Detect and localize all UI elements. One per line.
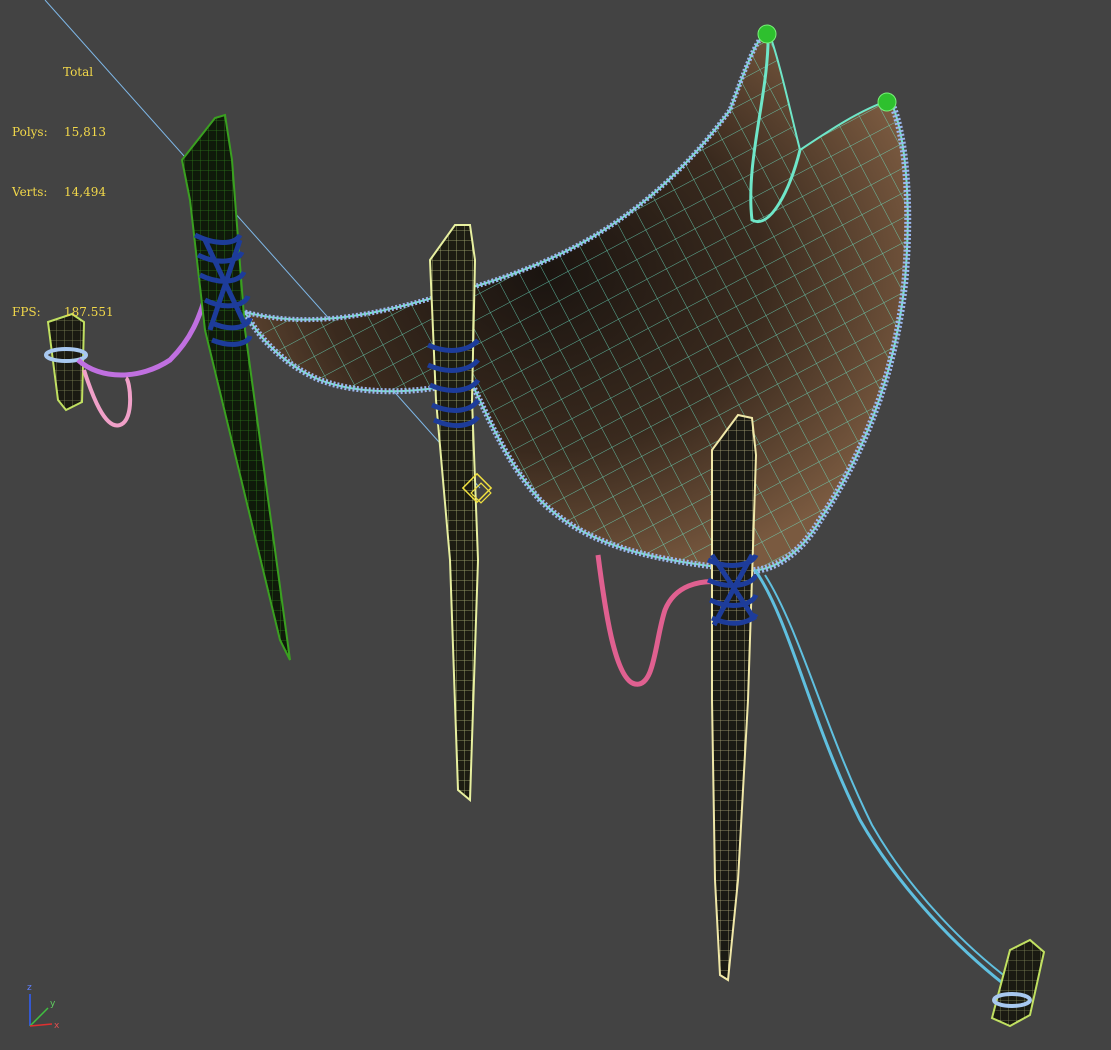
stats-polys-value: 15,813 xyxy=(64,125,106,139)
stats-total-header: Total xyxy=(63,65,94,79)
stats-verts-label: Verts: xyxy=(12,185,48,199)
wireframe-scene[interactable]: z y x xyxy=(0,0,1111,1050)
net-corner-knot[interactable] xyxy=(757,24,777,44)
axis-gizmo: z y x xyxy=(27,983,60,1031)
net-corner-knot[interactable] xyxy=(877,92,897,112)
viewport-statistics: Total Polys: 15,813 Verts: 14,494 FPS: 1… xyxy=(12,22,114,362)
stats-polys-row: Polys: 15,813 xyxy=(12,122,114,142)
stats-fps-row: FPS: 187.551 xyxy=(12,302,114,322)
axis-z-label: z xyxy=(27,983,32,993)
stats-verts-row: Verts: 14,494 xyxy=(12,182,114,202)
net-mesh[interactable] xyxy=(242,24,912,575)
stats-verts-value: 14,494 xyxy=(64,185,106,199)
net-wire-grid xyxy=(245,30,908,571)
pole-green[interactable] xyxy=(180,113,291,661)
pole-cream[interactable] xyxy=(711,413,758,982)
pole-yellow[interactable] xyxy=(428,224,480,803)
stats-fps-value: 187.551 xyxy=(64,305,114,319)
stats-polys-label: Polys: xyxy=(12,125,48,139)
stake-right[interactable] xyxy=(990,938,1046,1028)
axis-x-label: x xyxy=(54,1021,60,1031)
stats-fps-label: FPS: xyxy=(12,305,41,319)
rope-pink xyxy=(595,554,721,687)
rope-pink-loop xyxy=(82,369,133,428)
axis-y-label: y xyxy=(50,999,56,1009)
3d-viewport[interactable]: z y x Total Polys: 15,813 Verts: 14,494 … xyxy=(0,0,1111,1050)
rope-cyan-inner xyxy=(764,574,1011,981)
